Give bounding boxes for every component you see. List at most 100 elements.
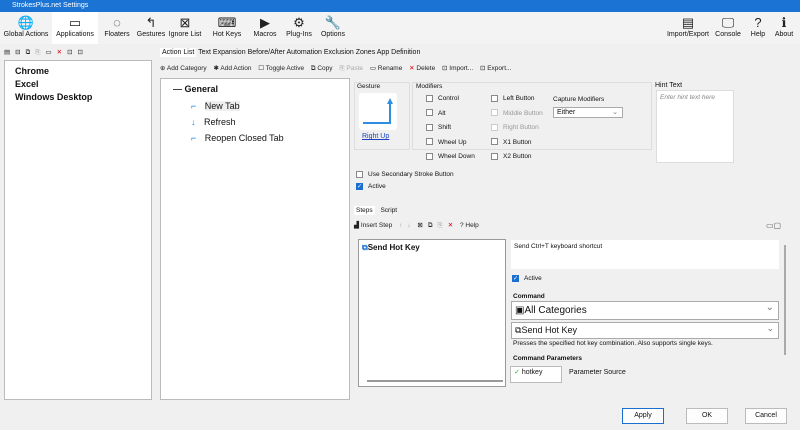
globe-icon: 🌐 — [17, 15, 35, 30]
plugin-icon: ⚙ — [293, 15, 305, 30]
add-app-icon[interactable]: ▤ — [4, 49, 10, 56]
console-icon: 🖵 — [721, 15, 735, 30]
help-button[interactable]: ? Help — [460, 222, 479, 229]
cancel-button[interactable]: Cancel — [745, 408, 787, 424]
move-up-icon[interactable]: ↑ — [399, 222, 402, 229]
delete-icon[interactable]: ✕ — [448, 222, 453, 229]
category-select[interactable]: ▣All Categories ⌄ — [511, 301, 779, 320]
action-tabs: Action List Text Expansion Before/After … — [160, 48, 421, 57]
edit-icon[interactable]: ⊟ — [15, 49, 20, 56]
move-down-icon[interactable]: ↓ — [407, 222, 410, 229]
ribbon: 🌐 Global Actions ▭ Applications ◌ Floaters ↰ Ge… — [0, 12, 800, 44]
modifier-checkbox[interactable]: Middle Button — [491, 107, 543, 122]
help-icon: ? — [754, 15, 762, 30]
modifier-checkbox[interactable]: Wheel Down — [426, 150, 475, 165]
add-category-button[interactable]: ⊕ Add Category — [160, 65, 207, 72]
modifier-checkbox[interactable]: Wheel Up — [426, 136, 475, 151]
application-list: Chrome Excel Windows Desktop — [4, 60, 152, 400]
ribbon-global-actions[interactable]: 🌐 Global Actions — [2, 12, 50, 44]
ribbon-floaters[interactable]: ◌ Floaters — [100, 12, 134, 44]
category-general[interactable]: General — [185, 84, 219, 94]
export-icon[interactable]: ⊡ — [78, 49, 83, 56]
gesture-icon: ↰ — [145, 15, 157, 30]
rename-icon[interactable]: ▭ — [45, 49, 51, 56]
export-button[interactable]: ⊡ Export... — [480, 65, 511, 72]
vertical-scrollbar[interactable] — [784, 245, 786, 355]
tab-steps[interactable]: Steps — [354, 206, 375, 215]
insert-step-button[interactable]: ▟ Insert Step — [354, 222, 392, 229]
param-item[interactable]: ✓ hotkey — [510, 366, 562, 383]
ribbon-help[interactable]: ? Help — [744, 12, 772, 44]
ribbon-console[interactable]: 🖵 Console — [714, 12, 742, 44]
rename-button[interactable]: ▭ Rename — [370, 65, 403, 72]
gesture-preview — [359, 93, 397, 130]
tab-script[interactable]: Script — [380, 207, 397, 214]
modifier-checkbox[interactable]: Control — [426, 92, 475, 107]
paste-icon[interactable]: ⎘ — [437, 222, 442, 229]
ribbon-hot-keys[interactable]: ⌨ Hot Keys — [210, 12, 244, 44]
tab-before-after[interactable]: Before/After Automation — [248, 49, 322, 56]
tab-action-list[interactable]: Action List — [160, 48, 197, 57]
ribbon-macros[interactable]: ▶ Macros — [248, 12, 282, 44]
active-checkbox[interactable]: ✓ Active — [356, 183, 386, 190]
horizontal-scrollbar[interactable] — [367, 380, 503, 382]
import-export-icon: ▤ — [681, 15, 695, 30]
layout-icons[interactable]: ▭▢ — [766, 221, 781, 230]
paste-icon[interactable]: ⎘ — [35, 49, 40, 56]
gesture-left-up-icon: ⌐ — [191, 133, 197, 143]
hotkey-icon: ⌨ — [217, 15, 237, 30]
ribbon-import-export[interactable]: ▤ Import/Export — [664, 12, 712, 44]
param-source-label: Parameter Source — [569, 369, 626, 376]
gesture-link[interactable]: Right Up — [362, 133, 389, 140]
about-icon: ℹ — [781, 15, 787, 30]
import-button[interactable]: ⊡ Import... — [442, 65, 473, 72]
hint-text-input[interactable]: Enter hint text here — [656, 90, 734, 163]
app-item[interactable]: Windows Desktop — [15, 91, 151, 104]
ribbon-about[interactable]: ℹ About — [770, 12, 798, 44]
secondary-stroke-checkbox[interactable]: Use Secondary Stroke Button — [356, 171, 454, 178]
ribbon-options[interactable]: 🔧 Options — [316, 12, 350, 44]
action-item[interactable]: ⌐ New Tab — [191, 98, 284, 114]
paste-button[interactable]: ⎘ Paste — [339, 65, 363, 72]
copy-icon[interactable]: ⧉ — [26, 49, 31, 56]
app-item[interactable]: Excel — [15, 78, 151, 91]
delete-button[interactable]: ✕ Delete — [409, 65, 435, 72]
chevron-down-icon: ⌄ — [612, 109, 618, 116]
modifier-checkbox[interactable]: Shift — [426, 121, 475, 136]
modifier-checkbox[interactable]: X1 Button — [491, 136, 543, 151]
step-active-checkbox[interactable]: ✓ Active — [512, 275, 542, 282]
step-description-input[interactable]: Send Ctrl+T keyboard shortcut — [511, 240, 779, 269]
command-select[interactable]: ⧉Send Hot Key ⌄ — [511, 322, 779, 339]
apply-button[interactable]: Apply — [622, 408, 664, 424]
macro-icon: ▶ — [260, 15, 270, 30]
hint-label: Hint Text — [655, 82, 683, 89]
tab-app-definition[interactable]: App Definition — [377, 49, 421, 56]
tab-text-expansion[interactable]: Text Expansion — [198, 49, 245, 56]
step-item[interactable]: ⧉Send Hot Key — [359, 240, 505, 256]
ribbon-gestures[interactable]: ↰ Gestures — [134, 12, 168, 44]
capture-modifiers-select[interactable]: Either ⌄ — [553, 107, 623, 118]
import-icon[interactable]: ⊡ — [67, 49, 72, 56]
modifier-checkbox[interactable]: Alt — [426, 107, 475, 122]
action-item[interactable]: ⌐ Reopen Closed Tab — [191, 130, 284, 146]
ribbon-ignore-list[interactable]: ⊠ Ignore List — [168, 12, 202, 44]
tab-exclusion-zones[interactable]: Exclusion Zones — [324, 49, 375, 56]
add-action-button[interactable]: ✱ Add Action — [213, 65, 251, 72]
action-item[interactable]: ↓ Refresh — [191, 114, 284, 130]
delete-icon[interactable]: ✕ — [57, 49, 62, 56]
steps-tabs: Steps Script — [354, 206, 397, 215]
steps-list: ⧉Send Hot Key — [358, 239, 506, 387]
ribbon-applications[interactable]: ▭ Applications — [52, 12, 98, 44]
chevron-down-icon: ⌄ — [766, 323, 774, 333]
modifier-checkbox[interactable]: X2 Button — [491, 150, 543, 165]
toggle-icon[interactable]: ⊠ — [417, 222, 422, 229]
app-item[interactable]: Chrome — [15, 65, 151, 78]
modifier-checkbox[interactable]: Right Button — [491, 121, 543, 136]
modifier-checkbox[interactable]: Left Button — [491, 92, 543, 107]
copy-icon[interactable]: ⧉ — [428, 222, 433, 229]
toggle-active-button[interactable]: ☐ Toggle Active — [258, 65, 304, 72]
window-icon: ▭ — [68, 15, 82, 30]
copy-button[interactable]: ⧉ Copy — [311, 65, 333, 72]
ribbon-plug-ins[interactable]: ⚙ Plug-Ins — [282, 12, 316, 44]
ok-button[interactable]: OK — [686, 408, 728, 424]
